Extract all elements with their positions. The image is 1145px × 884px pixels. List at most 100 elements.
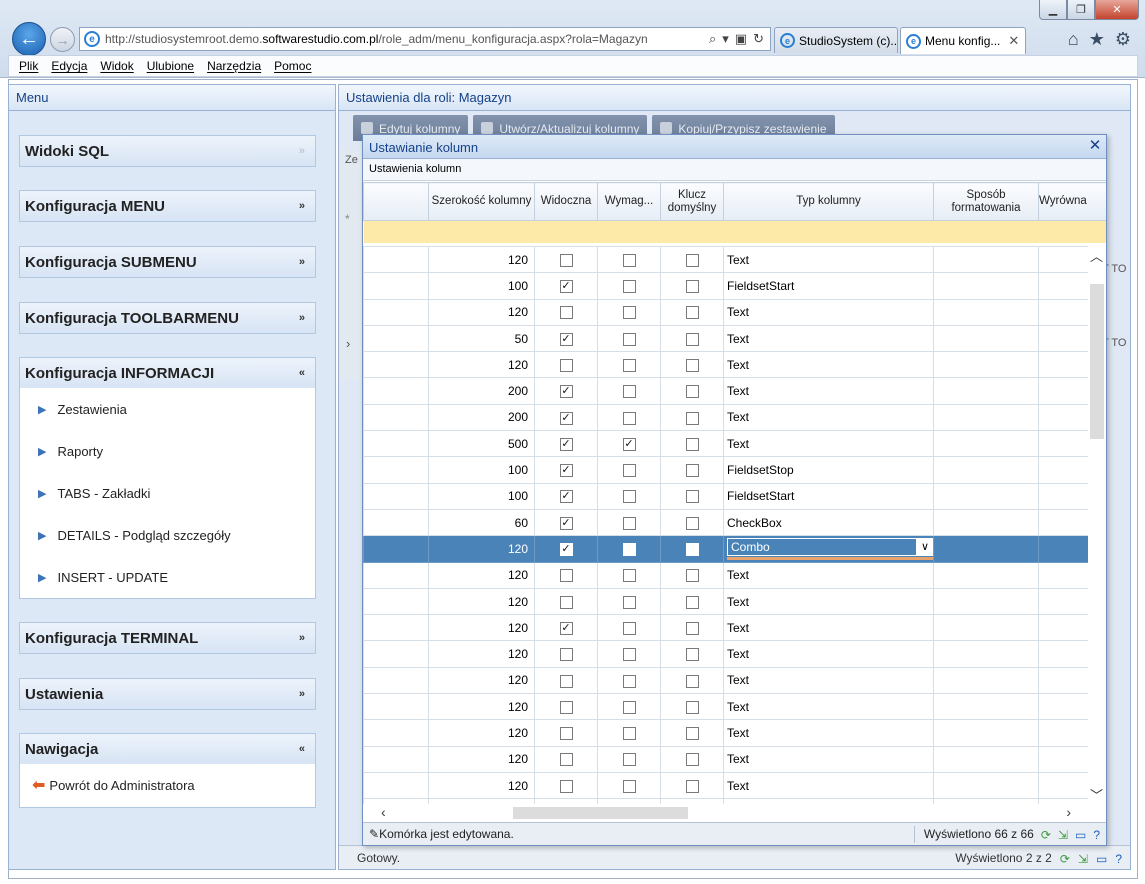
visible-cell[interactable]: [534, 719, 598, 747]
table-row[interactable]: 120 Text: [363, 351, 1106, 379]
vertical-scrollbar[interactable]: ︿ ﹀: [1088, 244, 1106, 806]
width-cell[interactable]: 100: [428, 482, 535, 510]
table-row[interactable]: 500 ✓ ✓ Text: [363, 430, 1106, 458]
required-cell[interactable]: [597, 561, 661, 589]
forward-arrow-icon[interactable]: →: [50, 27, 75, 52]
table-row[interactable]: 120 Text: [363, 245, 1106, 274]
required-checkbox[interactable]: [622, 332, 636, 346]
row-header-cell[interactable]: [363, 640, 429, 668]
help-icon[interactable]: ?: [1093, 828, 1100, 842]
visible-cell[interactable]: [534, 561, 598, 589]
key-checkbox[interactable]: [685, 253, 699, 267]
required-cell[interactable]: [597, 377, 661, 405]
table-row[interactable]: 120 ✓ Combo ∨: [363, 535, 1106, 563]
visible-cell[interactable]: ✓: [534, 508, 598, 537]
required-cell[interactable]: [597, 535, 661, 563]
format-cell[interactable]: [933, 561, 1039, 589]
width-cell[interactable]: 120: [428, 245, 535, 274]
menu-item-details[interactable]: ▶ DETAILS - Podgląd szczegóły: [20, 514, 315, 556]
width-cell[interactable]: 120: [428, 351, 535, 379]
key-cell[interactable]: [660, 245, 724, 274]
width-cell[interactable]: 100: [428, 456, 535, 484]
width-cell[interactable]: 120: [428, 298, 535, 326]
visible-cell[interactable]: [534, 771, 598, 800]
key-cell[interactable]: [660, 771, 724, 800]
key-checkbox[interactable]: [685, 595, 699, 609]
chevron-up-icon[interactable]: «: [299, 743, 305, 755]
key-checkbox[interactable]: [685, 727, 699, 741]
required-cell[interactable]: [597, 719, 661, 747]
visible-cell[interactable]: [534, 351, 598, 379]
row-header-cell[interactable]: [363, 745, 429, 773]
format-cell[interactable]: [933, 666, 1039, 695]
visible-cell[interactable]: [534, 298, 598, 326]
menu-pomoc[interactable]: Pomoc: [274, 59, 311, 73]
width-cell[interactable]: 500: [428, 430, 535, 458]
type-cell[interactable]: FieldsetStop: [723, 456, 934, 484]
browser-tab-menu-konfig[interactable]: e Menu konfig... ✕: [900, 27, 1026, 54]
key-cell[interactable]: [660, 430, 724, 458]
required-cell[interactable]: [597, 324, 661, 353]
table-row[interactable]: 120 Text: [363, 771, 1106, 800]
required-checkbox[interactable]: [622, 753, 636, 767]
row-header-cell[interactable]: [363, 508, 429, 537]
type-cell[interactable]: Text: [723, 666, 934, 695]
table-row[interactable]: 100 ✓ FieldsetStop: [363, 456, 1106, 484]
table-row[interactable]: 120 Text: [363, 666, 1106, 695]
gear-icon[interactable]: ⚙: [1115, 29, 1131, 50]
chevron-up-icon[interactable]: «: [299, 367, 305, 379]
required-cell[interactable]: [597, 403, 661, 432]
key-checkbox[interactable]: [685, 437, 699, 451]
visible-checkbox[interactable]: ✓: [559, 621, 573, 635]
required-checkbox[interactable]: [622, 490, 636, 504]
format-cell[interactable]: [933, 771, 1039, 800]
row-header-cell[interactable]: [363, 719, 429, 747]
required-cell[interactable]: [597, 640, 661, 668]
visible-checkbox[interactable]: [559, 569, 573, 583]
table-row[interactable]: 100 ✓ FieldsetStart: [363, 272, 1106, 300]
row-header-cell[interactable]: [363, 693, 429, 721]
type-cell[interactable]: CheckBox: [723, 508, 934, 537]
format-cell[interactable]: [933, 693, 1039, 721]
compat-view-icon[interactable]: ▣: [735, 31, 747, 47]
row-header-cell[interactable]: [363, 456, 429, 484]
required-checkbox[interactable]: [622, 569, 636, 583]
column-header-width[interactable]: Szerokość kolumny: [428, 182, 535, 221]
visible-checkbox[interactable]: ✓: [559, 516, 573, 530]
menu-item-zestawienia[interactable]: ▶ Zestawienia: [20, 388, 315, 430]
export-icon[interactable]: ⇲: [1078, 852, 1088, 866]
column-header-type[interactable]: Typ kolumny: [723, 182, 934, 221]
chevron-right-icon[interactable]: ›: [1066, 804, 1071, 820]
type-cell[interactable]: Text: [723, 324, 934, 353]
required-cell[interactable]: [597, 245, 661, 274]
required-cell[interactable]: [597, 666, 661, 695]
search-icon[interactable]: ⌕: [709, 31, 716, 47]
type-cell[interactable]: FieldsetStart: [723, 482, 934, 510]
visible-cell[interactable]: [534, 245, 598, 274]
row-header-cell[interactable]: [363, 245, 429, 274]
required-cell[interactable]: [597, 351, 661, 379]
visible-checkbox[interactable]: [559, 700, 573, 714]
key-checkbox[interactable]: [685, 569, 699, 583]
table-row[interactable]: 120 Text: [363, 587, 1106, 616]
menu-item-powrot[interactable]: ⬅ Powrót do Administratora: [20, 764, 315, 806]
row-header-cell[interactable]: [363, 666, 429, 695]
visible-cell[interactable]: ✓: [534, 377, 598, 405]
visible-cell[interactable]: ✓: [534, 272, 598, 300]
accordion-widoki-sql[interactable]: Widoki SQL »: [19, 135, 316, 167]
key-checkbox[interactable]: [685, 306, 699, 320]
chevron-down-icon[interactable]: ﹀: [1090, 785, 1103, 804]
column-header-align[interactable]: Wyrówna: [1038, 182, 1106, 221]
type-cell[interactable]: Text: [723, 298, 934, 326]
width-cell[interactable]: 120: [428, 745, 535, 773]
accordion-header[interactable]: Konfiguracja TERMINAL »: [20, 623, 315, 653]
visible-cell[interactable]: ✓: [534, 614, 598, 642]
visible-checkbox[interactable]: [559, 727, 573, 741]
accordion-konfiguracja-terminal[interactable]: Konfiguracja TERMINAL »: [19, 622, 316, 654]
visible-checkbox[interactable]: [559, 648, 573, 662]
required-cell[interactable]: [597, 771, 661, 800]
row-header-cell[interactable]: [363, 587, 429, 616]
key-checkbox[interactable]: [685, 359, 699, 372]
type-cell[interactable]: Text: [723, 403, 934, 432]
required-cell[interactable]: [597, 587, 661, 616]
